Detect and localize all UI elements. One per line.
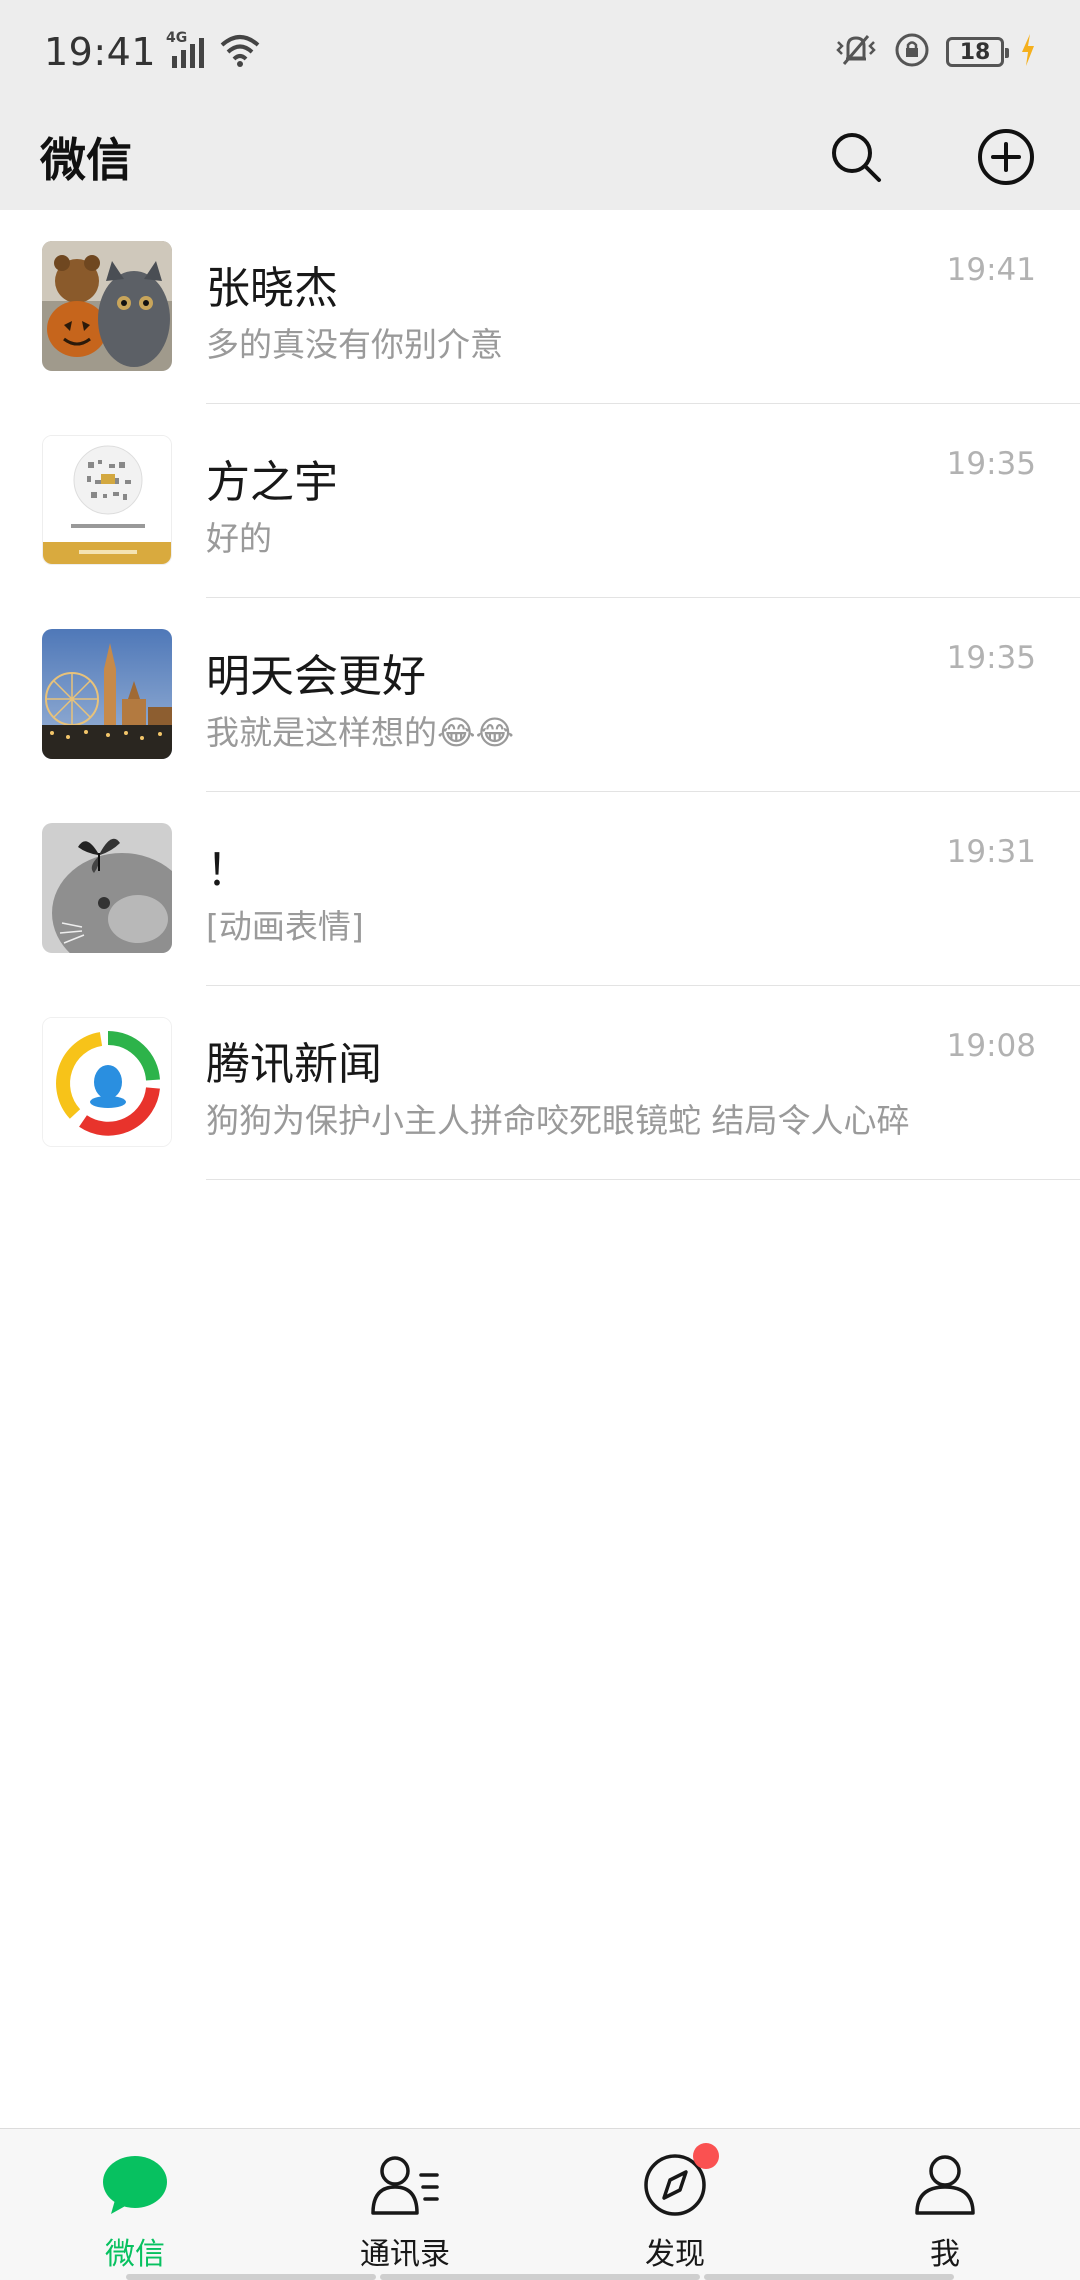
charging-icon	[1020, 34, 1036, 70]
add-icon[interactable]	[976, 127, 1036, 187]
status-time: 19:41	[44, 30, 157, 74]
chat-preview: 我就是这样想的😂😂	[206, 713, 515, 752]
header-actions	[826, 127, 1036, 187]
chat-body: 明天会更好 我就是这样想的😂😂 19:35	[206, 598, 1080, 792]
chat-time: 19:41	[946, 252, 1036, 288]
page-title: 微信	[40, 133, 132, 187]
signal-icon: 4G	[166, 30, 210, 70]
chat-item[interactable]: ！ [动画表情] 19:31	[0, 792, 1080, 986]
qr-code-card[interactable]	[42, 435, 172, 565]
status-left: 19:41 4G	[44, 30, 260, 74]
chat-list: 张晓杰 多的真没有你别介意 19:41 方之宇 好的 19:35 明天会更好 我…	[0, 210, 1080, 1180]
tab-me[interactable]: 我	[810, 2129, 1080, 2280]
cat-butterfly-photo[interactable]	[42, 823, 172, 953]
chat-preview: 好的	[206, 519, 272, 558]
chat-time: 19:35	[946, 446, 1036, 482]
chat-preview: 狗狗为保护小主人拼命咬死眼镜蛇 结局令人心碎	[206, 1101, 910, 1140]
chat-name: 方之宇	[206, 457, 338, 508]
person-icon	[909, 2149, 981, 2221]
status-right: 18	[834, 32, 1036, 72]
chat-bubble-icon	[99, 2149, 171, 2221]
home-indicator	[704, 2274, 954, 2280]
battery-level: 18	[959, 39, 991, 65]
chat-preview: [动画表情]	[206, 907, 364, 946]
tab-label: 通讯录	[360, 2237, 450, 2272]
chat-body: 腾讯新闻 狗狗为保护小主人拼命咬死眼镜蛇 结局令人心碎 19:08	[206, 986, 1080, 1180]
chat-body: 张晓杰 多的真没有你别介意 19:41	[206, 210, 1080, 404]
status-bar: 19:41 4G 18	[0, 0, 1080, 104]
chat-body: 方之宇 好的 19:35	[206, 404, 1080, 598]
chat-time: 19:31	[946, 834, 1036, 870]
battery-icon: 18	[946, 37, 1009, 67]
tab-label: 发现	[645, 2237, 705, 2272]
tab-discover[interactable]: 发现	[540, 2129, 810, 2280]
chat-item[interactable]: 明天会更好 我就是这样想的😂😂 19:35	[0, 598, 1080, 792]
chat-preview: 多的真没有你别介意	[206, 325, 503, 364]
vibrate-icon	[834, 32, 878, 72]
header: 微信	[0, 104, 1080, 210]
chat-name: 张晓杰	[206, 263, 338, 314]
cat-and-bear-photo[interactable]	[42, 241, 172, 371]
chat-item[interactable]: 方之宇 好的 19:35	[0, 404, 1080, 598]
search-icon[interactable]	[826, 127, 886, 187]
home-indicator	[380, 2274, 700, 2280]
chat-body: ！ [动画表情] 19:31	[206, 792, 1080, 986]
rotation-lock-icon	[894, 32, 930, 72]
tencent-news-logo[interactable]	[42, 1017, 172, 1147]
notification-dot	[693, 2143, 719, 2169]
tab-label: 我	[930, 2237, 960, 2272]
tab-label: 微信	[105, 2237, 165, 2272]
compass-icon	[639, 2143, 719, 2221]
chat-time: 19:08	[946, 1028, 1036, 1064]
home-indicator	[126, 2274, 376, 2280]
city-night-photo[interactable]	[42, 629, 172, 759]
chat-item[interactable]: 腾讯新闻 狗狗为保护小主人拼命咬死眼镜蛇 结局令人心碎 19:08	[0, 986, 1080, 1180]
chat-time: 19:35	[946, 640, 1036, 676]
chat-name: ！	[206, 845, 250, 896]
tab-contacts[interactable]: 通讯录	[270, 2129, 540, 2280]
chat-name: 明天会更好	[206, 651, 426, 702]
tab-chats[interactable]: 微信	[0, 2129, 270, 2280]
chat-item[interactable]: 张晓杰 多的真没有你别介意 19:41	[0, 210, 1080, 404]
contacts-icon	[369, 2149, 441, 2221]
wifi-icon	[220, 33, 260, 71]
tab-bar: 微信 通讯录 发现 我	[0, 2128, 1080, 2280]
chat-name: 腾讯新闻	[206, 1039, 382, 1090]
